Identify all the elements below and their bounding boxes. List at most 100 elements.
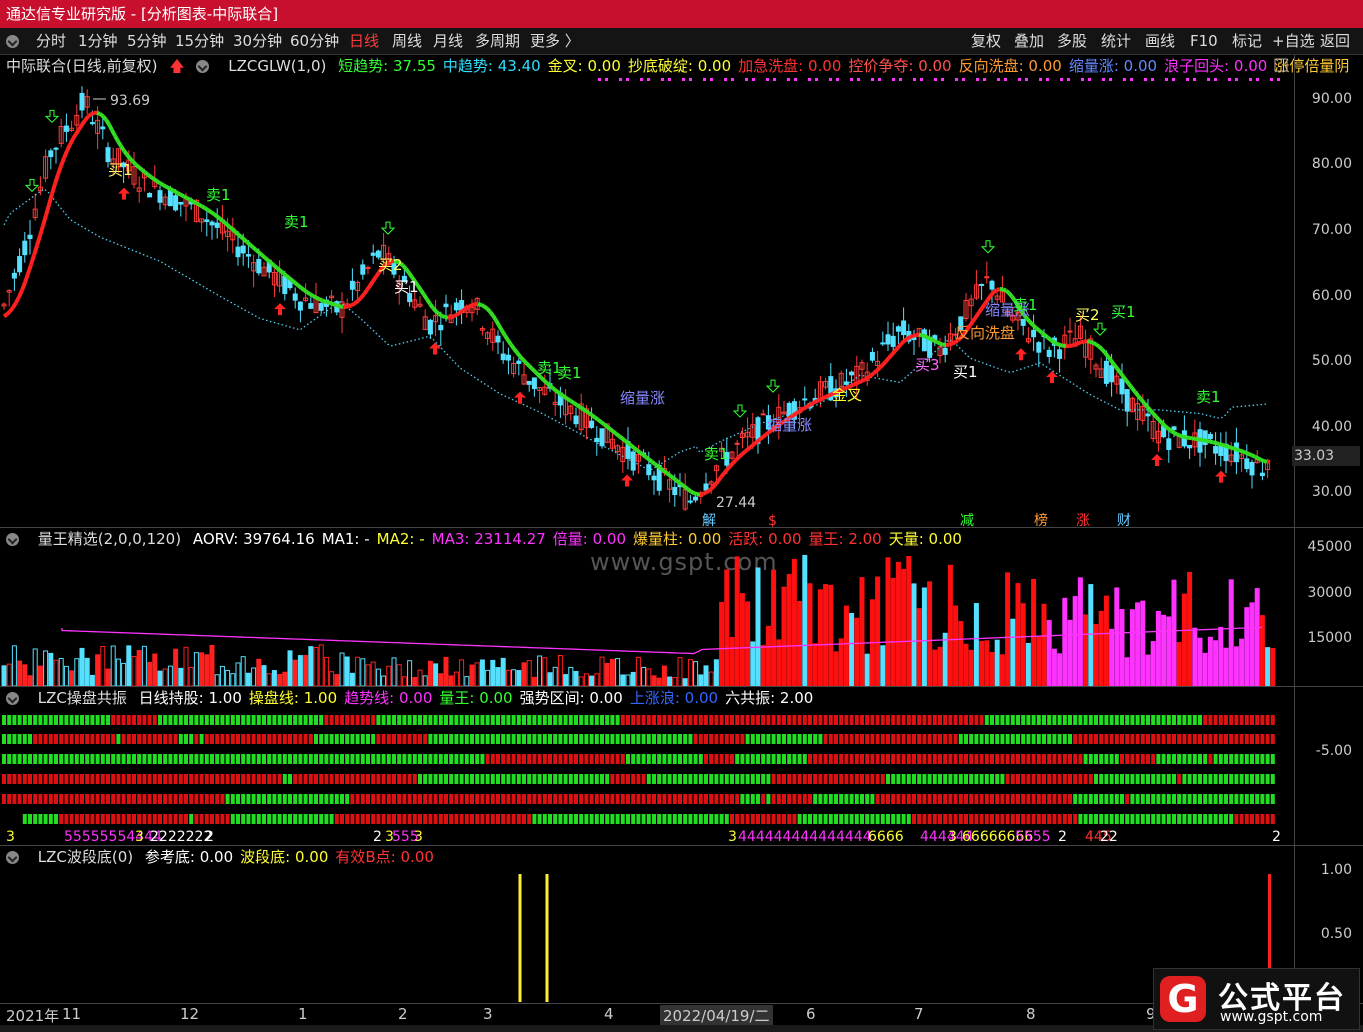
resonance-cell	[48, 715, 53, 725]
toolbar-button-5[interactable]: F10	[1190, 28, 1218, 54]
resonance-cell	[948, 734, 953, 744]
resonance-cell	[766, 794, 771, 804]
resonance-cell	[282, 715, 287, 725]
resonance-cell	[875, 814, 880, 824]
resonance-cell	[662, 715, 667, 725]
resonance-digit: 444444444444444	[738, 829, 872, 845]
candlestick-chart[interactable]: 买1卖1卖1买2买1卖1缩量涨卖1卖1缩量涨金叉买3 买1缩量涨反向洗盘卖1买2 买…	[0, 55, 1294, 527]
resonance-cell	[168, 734, 173, 744]
menu-circle-icon[interactable]	[6, 28, 19, 54]
resonance-cell	[485, 754, 490, 764]
toolbar-button-0[interactable]: 复权	[971, 28, 1001, 54]
wave-bottom-panel[interactable]: LZC波段底(0) 参考底: 0.00 波段底: 0.00 有效B点: 0.00	[0, 846, 1294, 1003]
volume-bar	[771, 569, 777, 686]
short-trend-segment	[221, 219, 228, 226]
resonance-cell	[100, 814, 105, 824]
short-trend-segment	[248, 243, 255, 249]
volume-bar	[1062, 597, 1068, 686]
resonance-cell	[1120, 814, 1124, 824]
short-trend-segment	[419, 289, 426, 296]
period-tab-10[interactable]: 更多 〉	[530, 28, 580, 54]
volume-bar	[760, 645, 766, 686]
resonance-cell	[730, 754, 734, 764]
resonance-cell	[828, 734, 833, 744]
period-tab-7[interactable]: 周线	[392, 28, 422, 54]
resonance-cell	[860, 794, 864, 804]
short-trend-segment	[650, 460, 657, 466]
signal-dot	[850, 78, 853, 81]
resonance-cell	[376, 774, 381, 784]
resonance-cell	[1109, 814, 1114, 824]
volume-panel[interactable]: 量王精选(2,0,0,120) AORV: 39764.16 MA1: - MA2:…	[0, 528, 1294, 686]
period-tab-2[interactable]: 5分钟	[127, 28, 167, 54]
resonance-cell	[189, 794, 194, 804]
signal-dot	[1193, 78, 1196, 81]
resonance-cell	[1213, 774, 1218, 784]
resonance-cell	[1177, 794, 1182, 804]
resonance-cell	[407, 774, 412, 784]
short-trend-segment	[638, 450, 645, 457]
period-tab-8[interactable]: 月线	[433, 28, 463, 54]
toolbar-button-7[interactable]: +自选	[1272, 28, 1315, 54]
period-tab-5[interactable]: 60分钟	[290, 28, 339, 54]
period-tab-6[interactable]: 日线	[349, 28, 379, 54]
candle	[1119, 363, 1125, 404]
resonance-cell	[1239, 774, 1244, 784]
toolbar-button-6[interactable]: 标记	[1232, 28, 1262, 54]
resonance-cell	[241, 754, 246, 764]
resonance-panel[interactable]: LZC操盘共振 日线持股: 1.00 操盘线: 1.00 趋势线: 0.00 量王: …	[0, 687, 1294, 845]
resonance-cell	[813, 734, 818, 744]
period-tab-9[interactable]: 多周期	[475, 28, 520, 54]
short-trend-segment	[852, 381, 857, 387]
toolbar-button-8[interactable]: 返回	[1320, 28, 1350, 54]
gspt-logo: G 公式平台 www.gspt.com	[1153, 968, 1360, 1030]
period-tab-0[interactable]: 分时	[36, 28, 66, 54]
resonance-cell	[917, 814, 922, 824]
price-chart-panel[interactable]: 中际联合(日线,前复权) 🡅 LZCGLW(1,0) 短趋势: 37.55 中趋势…	[0, 55, 1349, 576]
resonance-cell	[839, 734, 844, 744]
expand-icon[interactable]	[1274, 58, 1288, 72]
candle	[1057, 345, 1063, 373]
volume-bar	[843, 605, 849, 686]
resonance-cell	[2, 734, 6, 744]
resonance-cell	[17, 734, 22, 744]
resonance-cell	[407, 754, 412, 764]
resonance-cell	[1182, 774, 1187, 784]
resonance-cell	[558, 794, 563, 804]
short-trend-segment	[1224, 443, 1229, 449]
resonance-cell	[1166, 814, 1171, 824]
short-trend-segment	[890, 349, 897, 356]
resonance-cell	[459, 754, 464, 764]
short-trend-segment	[758, 435, 765, 441]
resonance-cell	[293, 814, 298, 824]
resonance-cell	[1021, 734, 1026, 744]
resonance-cell	[28, 814, 32, 824]
resonance-cell	[303, 814, 308, 824]
resonance-cell	[1192, 754, 1197, 764]
period-tab-3[interactable]: 15分钟	[175, 28, 224, 54]
toolbar-button-3[interactable]: 统计	[1101, 28, 1131, 54]
resonance-cell	[215, 715, 220, 725]
resonance-cell	[620, 814, 625, 824]
resonance-cell	[178, 754, 183, 764]
toolbar-button-1[interactable]: 叠加	[1014, 28, 1044, 54]
resonance-cell	[865, 734, 870, 744]
short-trend-segment	[464, 305, 471, 311]
volume-bar	[225, 669, 231, 686]
volume-bar	[947, 564, 953, 686]
resonance-cell	[173, 814, 178, 824]
period-tab-4[interactable]: 30分钟	[233, 28, 282, 54]
resonance-cell	[433, 774, 438, 784]
candle	[781, 400, 787, 416]
toolbar-button-2[interactable]: 多股	[1057, 28, 1087, 54]
period-tab-1[interactable]: 1分钟	[78, 28, 118, 54]
short-trend-segment	[713, 479, 720, 487]
toolbar-button-4[interactable]: 画线	[1145, 28, 1175, 54]
resonance-cell	[95, 754, 100, 764]
resonance-cell	[808, 814, 812, 824]
candle	[869, 347, 875, 363]
resonance-cell	[1177, 754, 1182, 764]
resonance-cell	[22, 774, 27, 784]
resonance-cell	[74, 794, 79, 804]
resonance-cell	[584, 814, 589, 824]
